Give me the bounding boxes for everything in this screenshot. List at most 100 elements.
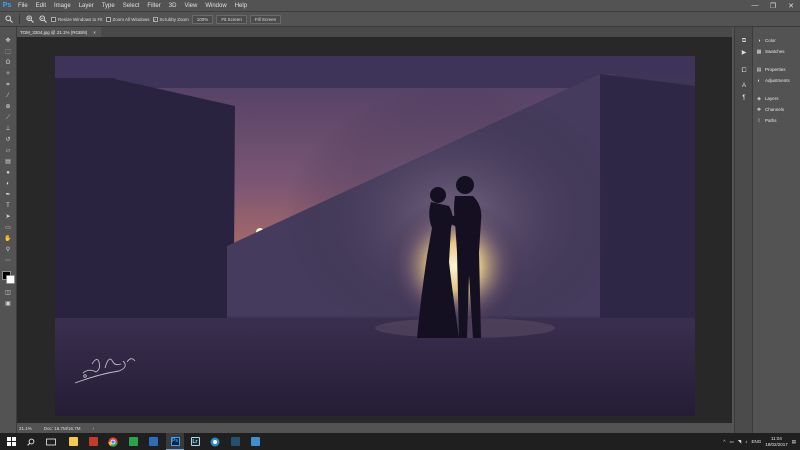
chevron-up-icon[interactable]: ^ [723, 439, 725, 444]
crop-tool-icon[interactable]: ⌗ [3, 81, 13, 90]
lasso-tool-icon[interactable]: ʘ [3, 59, 13, 68]
menu-window[interactable]: Window [201, 3, 230, 9]
canvas-area[interactable] [17, 37, 732, 423]
panel-swatches[interactable]: ▦ Swatches [756, 47, 785, 56]
app-icon [148, 437, 158, 446]
dodge-tool-icon[interactable]: ◐ [3, 180, 13, 189]
checkbox-box-checked[interactable]: ✓ [152, 16, 158, 22]
app-icon [128, 437, 138, 446]
gradient-tool-icon[interactable]: ▤ [3, 158, 13, 167]
blur-tool-icon[interactable]: ● [3, 169, 13, 178]
history-icon[interactable]: ⧉ [739, 37, 749, 46]
panel-properties[interactable]: ▤ Properties [756, 65, 786, 74]
color-swatches-icon[interactable] [2, 271, 15, 284]
clone-stamp-tool-icon[interactable]: ⊥ [3, 125, 13, 134]
lightroom-taskbar-button[interactable]: Lr [186, 433, 204, 450]
character-icon[interactable]: A [739, 82, 749, 91]
maximize-button[interactable]: ❐ [764, 2, 782, 10]
fit-screen-button[interactable]: Fit Screen [216, 14, 247, 24]
panel-color[interactable]: ◑ Color [756, 36, 775, 45]
tools-panel: ✥ ⬚ ʘ ✧ ⌗ ⁄ ⊕ ⟋ ⊥ ↺ ▱ ▤ ● ◐ ✒ T ➤ ▭ ✋ ⚲ … [0, 27, 17, 433]
pen-tool-icon[interactable]: ✒ [3, 191, 13, 200]
network-icon[interactable]: ◥ [738, 439, 741, 445]
tab-close-icon[interactable]: × [93, 30, 96, 35]
history-brush-tool-icon[interactable]: ↺ [3, 136, 13, 145]
magic-wand-tool-icon[interactable]: ✧ [3, 70, 13, 79]
app-button-red[interactable] [84, 433, 102, 450]
app-button-dark[interactable] [226, 433, 244, 450]
rectangle-tool-icon[interactable]: ▭ [3, 224, 13, 233]
menu-bar: Ps File Edit Image Layer Type Select Fil… [0, 0, 800, 11]
menu-image[interactable]: Image [50, 3, 75, 9]
menu-select[interactable]: Select [119, 3, 144, 9]
battery-icon[interactable]: ▭ [729, 439, 733, 445]
photo-canvas[interactable] [55, 56, 695, 416]
marquee-tool-icon[interactable]: ⬚ [3, 48, 13, 57]
photoshop-taskbar-button[interactable]: Ps [166, 433, 184, 450]
hand-tool-icon[interactable]: ✋ [3, 235, 13, 244]
app-icon [88, 437, 98, 446]
app-button-green[interactable] [124, 433, 142, 450]
scrubby-zoom-checkbox[interactable]: ✓ Scrubby Zoom [152, 16, 189, 22]
notifications-icon[interactable]: ▤ [792, 439, 796, 445]
menu-type[interactable]: Type [98, 3, 119, 9]
zoom-all-checkbox[interactable]: Zoom All Windows [105, 16, 150, 22]
app-button-blue[interactable] [144, 433, 162, 450]
volume-icon[interactable]: ♪ [745, 439, 747, 444]
healing-brush-tool-icon[interactable]: ⊕ [3, 103, 13, 112]
panel-label: Swatches [765, 49, 785, 54]
panel-channels[interactable]: ❖ Channels [756, 105, 784, 114]
zoom-100-button[interactable]: 100% [191, 14, 214, 24]
zoom-in-icon[interactable] [25, 14, 35, 24]
menu-layer[interactable]: Layer [75, 3, 98, 9]
play-actions-icon[interactable]: ▶ [739, 49, 749, 58]
search-button[interactable] [22, 433, 40, 450]
eraser-tool-icon[interactable]: ▱ [3, 147, 13, 156]
paragraph-icon[interactable]: ¶ [739, 94, 749, 103]
zoom-tool-icon[interactable] [4, 14, 14, 24]
properties-icon: ▤ [756, 66, 762, 73]
minimize-button[interactable]: — [746, 2, 764, 9]
zoom-out-icon[interactable] [38, 14, 48, 24]
type-tool-icon[interactable]: T [3, 202, 13, 211]
menu-edit[interactable]: Edit [32, 3, 50, 9]
close-button[interactable]: ✕ [782, 2, 800, 10]
clock[interactable]: 11:04 18/02/2017 [765, 436, 788, 448]
separator [19, 14, 20, 24]
app-button-image[interactable] [246, 433, 264, 450]
document-tab[interactable]: TOM_3304.jpg @ 21.1% (RGB/8) × [17, 27, 101, 37]
language-indicator[interactable]: ENG [751, 439, 761, 444]
path-selection-tool-icon[interactable]: ➤ [3, 213, 13, 222]
file-explorer-button[interactable] [64, 433, 82, 450]
zoom-level[interactable]: 21.1% [19, 426, 32, 431]
app-button-circle[interactable] [206, 433, 224, 450]
task-view-button[interactable] [42, 433, 60, 450]
panel-layers[interactable]: ◈ Layers [756, 94, 778, 103]
status-bar: 21.1% Doc: 16.7M/16.7M › [17, 423, 732, 433]
panel-label: Paths [765, 118, 777, 123]
menu-filter[interactable]: Filter [143, 3, 164, 9]
move-tool-icon[interactable]: ✥ [3, 37, 13, 46]
screen-mode-icon[interactable]: ▣ [3, 300, 13, 309]
chrome-button[interactable] [104, 433, 122, 450]
fill-screen-button[interactable]: Fill Screen [249, 14, 282, 24]
status-arrow-icon[interactable]: › [93, 426, 95, 431]
clone-source-icon[interactable]: ⧠ [739, 67, 749, 76]
resize-windows-checkbox[interactable]: Resize Windows to Fit [51, 16, 103, 22]
checkbox-box[interactable] [105, 16, 111, 22]
menu-view[interactable]: View [180, 3, 201, 9]
menu-help[interactable]: Help [231, 3, 251, 9]
start-button[interactable] [2, 433, 20, 450]
more-tools-icon[interactable]: ⋯ [3, 257, 13, 266]
eyedropper-tool-icon[interactable]: ⁄ [3, 92, 13, 101]
quick-mask-icon[interactable]: ◫ [3, 289, 13, 298]
photoshop-logo[interactable]: Ps [0, 0, 14, 11]
menu-file[interactable]: File [14, 3, 32, 9]
checkbox-box[interactable] [51, 16, 56, 22]
clock-date: 18/02/2017 [765, 441, 788, 447]
zoom-tool-icon[interactable]: ⚲ [3, 246, 13, 255]
panel-paths[interactable]: ⌇ Paths [756, 116, 777, 125]
brush-tool-icon[interactable]: ⟋ [3, 114, 13, 123]
menu-3d[interactable]: 3D [165, 3, 181, 9]
panel-adjustments[interactable]: ◐ Adjustments [756, 76, 789, 85]
